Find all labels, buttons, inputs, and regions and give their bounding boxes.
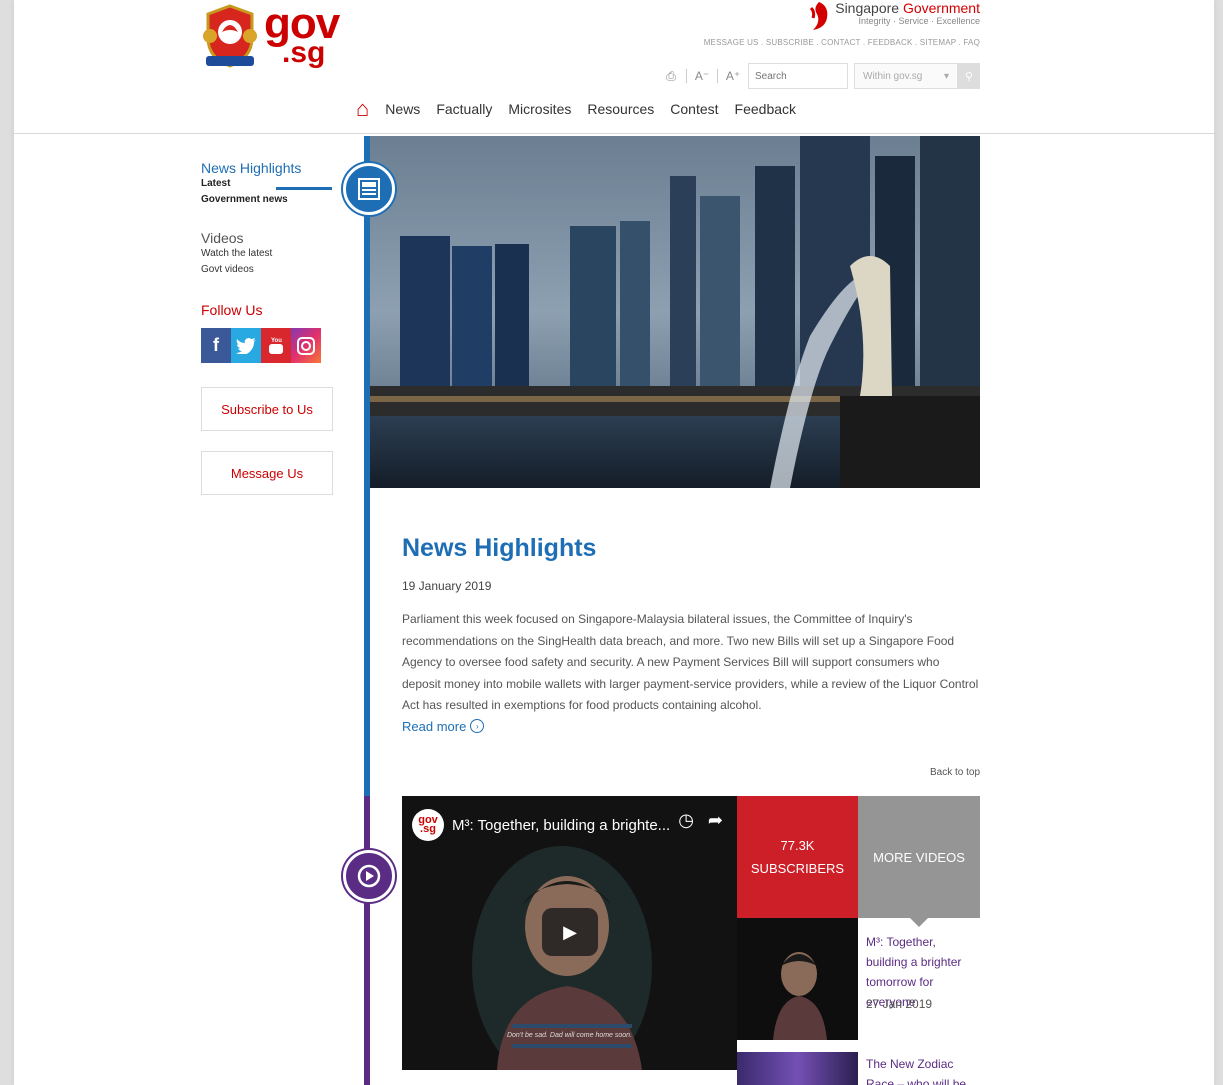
hero-image bbox=[370, 136, 980, 488]
share-icon[interactable]: ➦ bbox=[708, 810, 723, 831]
social-links: f You bbox=[201, 328, 333, 363]
home-icon[interactable]: ⌂ bbox=[356, 98, 369, 120]
chevron-down-icon: ▾ bbox=[943, 70, 949, 82]
video-caption: Don't be sad. Dad will come home soon. bbox=[506, 1032, 633, 1039]
font-increase-button[interactable]: A⁺ bbox=[724, 69, 742, 83]
toolbar-divider bbox=[717, 69, 718, 83]
video-thumbnail-boy-small bbox=[737, 918, 858, 1040]
read-more-link[interactable]: Read more › bbox=[402, 719, 980, 734]
news-article: News Highlights 19 January 2019 Parliame… bbox=[402, 534, 980, 734]
channel-avatar[interactable]: gov .sg bbox=[412, 809, 444, 841]
article-date: 19 January 2019 bbox=[402, 579, 492, 593]
site-header: gov .sg Singapore Government Integrity ·… bbox=[14, 0, 1214, 134]
message-us-button[interactable]: Message Us bbox=[201, 451, 333, 495]
sidebar-videos-link[interactable]: Videos bbox=[201, 230, 333, 246]
newspaper-icon bbox=[358, 178, 380, 200]
nav-item-feedback[interactable]: Feedback bbox=[735, 101, 796, 117]
follow-us-heading: Follow Us bbox=[201, 302, 263, 318]
sg-gov-title-government: Government bbox=[902, 0, 980, 16]
facebook-icon[interactable]: f bbox=[201, 328, 231, 363]
play-circle-icon bbox=[357, 864, 381, 888]
utility-links[interactable]: MESSAGE US . SUBSCRIBE . CONTACT . FEEDB… bbox=[704, 38, 980, 47]
watch-later-icon[interactable]: ◷ bbox=[678, 810, 694, 831]
back-to-top-link[interactable]: Back to top bbox=[930, 767, 980, 778]
sidebar-news-sub-govt: Government news bbox=[201, 194, 288, 205]
nav-item-contest[interactable]: Contest bbox=[670, 101, 718, 117]
search-icon: ⚲ bbox=[964, 70, 974, 83]
sidebar-news-highlights-link[interactable]: News Highlights bbox=[201, 160, 333, 176]
more-videos-pointer bbox=[910, 918, 928, 927]
nav-item-news[interactable]: News bbox=[385, 101, 420, 117]
right-page-shade bbox=[1214, 0, 1223, 1085]
play-button[interactable]: ▶ bbox=[542, 908, 598, 956]
nav-item-microsites[interactable]: Microsites bbox=[508, 101, 571, 117]
play-icon: ▶ bbox=[563, 921, 577, 942]
subscribers-count: 77.3K bbox=[780, 837, 815, 853]
youtube-icon[interactable]: You bbox=[261, 328, 291, 363]
twitter-icon[interactable] bbox=[231, 328, 261, 363]
timeline-videos bbox=[364, 796, 370, 1085]
search-button[interactable]: ⚲ bbox=[958, 63, 980, 89]
subscribers-button[interactable]: 77.3K SUBSCRIBERS bbox=[737, 796, 858, 918]
news-pointer-line bbox=[276, 187, 332, 190]
search-input[interactable] bbox=[748, 63, 848, 89]
singapore-government-mark[interactable]: Singapore Government Integrity · Service… bbox=[810, 0, 980, 30]
lion-head-icon bbox=[810, 2, 828, 30]
marina-bay-skyline-image bbox=[370, 136, 980, 488]
sg-gov-title-singapore: Singapore bbox=[835, 0, 903, 16]
article-body: Parliament this week focused on Singapor… bbox=[402, 612, 979, 712]
video-list-thumbnail[interactable] bbox=[737, 918, 858, 1040]
sg-gov-tagline: Integrity · Service · Excellence bbox=[858, 16, 980, 26]
video-player[interactable]: gov .sg M³: Together, building a brighte… bbox=[402, 796, 737, 1070]
search-scope-select[interactable]: Within gov.sg ▾ bbox=[854, 63, 958, 89]
sidebar-videos-sub-govt: Govt videos bbox=[201, 264, 254, 275]
singapore-crest-icon bbox=[203, 4, 257, 68]
sidebar-videos-sub-watch: Watch the latest bbox=[201, 248, 273, 259]
nav-item-resources[interactable]: Resources bbox=[587, 101, 654, 117]
instagram-icon[interactable] bbox=[291, 328, 321, 363]
left-page-shade bbox=[0, 0, 14, 1085]
main-nav: ⌂ News Factually Microsites Resources Co… bbox=[356, 98, 796, 120]
toolbar: ⎙ A⁻ A⁺ Within gov.sg ▾ ⚲ bbox=[662, 62, 980, 90]
subscribe-button[interactable]: Subscribe to Us bbox=[201, 387, 333, 431]
more-videos-button[interactable]: MORE VIDEOS bbox=[858, 796, 980, 918]
nav-item-factually[interactable]: Factually bbox=[436, 101, 492, 117]
gov-sg-logo[interactable]: gov .sg bbox=[200, 1, 340, 74]
search-scope-value: Within gov.sg bbox=[863, 70, 923, 82]
video-list-item-title[interactable]: The New Zodiac Race – who will be the bbox=[866, 1054, 978, 1085]
sidebar: News Highlights Latest Government news V… bbox=[201, 160, 333, 495]
read-more-label: Read more bbox=[402, 718, 467, 734]
font-decrease-button[interactable]: A⁻ bbox=[693, 69, 711, 83]
toolbar-divider bbox=[686, 69, 687, 83]
video-actions: ◷ ➦ bbox=[678, 810, 723, 831]
subscribers-label: SUBSCRIBERS bbox=[750, 861, 845, 876]
news-badge bbox=[343, 163, 395, 215]
svg-text:You: You bbox=[271, 338, 282, 344]
video-list-thumbnail[interactable] bbox=[737, 1052, 858, 1085]
video-title[interactable]: M³: Together, building a brighte... bbox=[452, 817, 670, 834]
article-title[interactable]: News Highlights bbox=[402, 534, 980, 563]
video-list-item-date: 27 Jan 2019 bbox=[866, 997, 933, 1011]
print-icon[interactable]: ⎙ bbox=[662, 69, 680, 84]
video-badge bbox=[343, 850, 395, 902]
arrow-circle-icon: › bbox=[470, 719, 485, 733]
